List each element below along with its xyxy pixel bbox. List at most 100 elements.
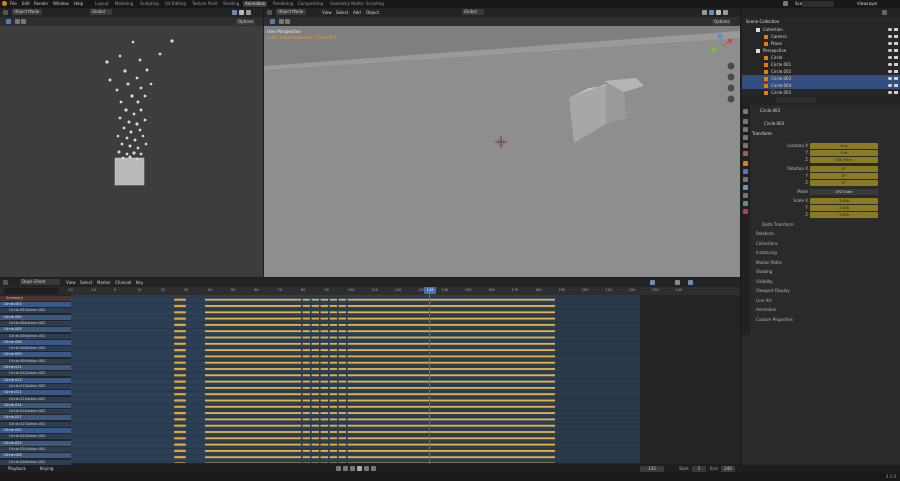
- outliner-row[interactable]: Persepctive: [742, 47, 900, 54]
- particles-tab-icon[interactable]: [743, 177, 748, 182]
- right-options-button[interactable]: Options: [712, 19, 732, 25]
- visibility-eye-icon[interactable]: [888, 91, 892, 94]
- outliner-row[interactable]: Circle.004: [742, 82, 900, 89]
- shading-material-icon[interactable]: [716, 10, 721, 15]
- data-tab-icon[interactable]: [743, 201, 748, 206]
- action-channel[interactable]: Circle.011Action.002: [0, 396, 71, 402]
- action-channel[interactable]: Circle.005Action.002: [0, 333, 71, 339]
- render-camera-icon[interactable]: [894, 42, 898, 45]
- tab-texture-paint[interactable]: Texture Paint: [190, 1, 220, 7]
- object-name-field[interactable]: Circle.003: [760, 108, 780, 113]
- menu-edit[interactable]: Edit: [22, 1, 30, 7]
- object-channel[interactable]: Circle.026: [0, 453, 71, 459]
- editor-type-icon[interactable]: [3, 10, 8, 15]
- visibility-eye-icon[interactable]: [888, 70, 892, 73]
- render-tab-icon[interactable]: [743, 119, 748, 124]
- play-reverse-icon[interactable]: [350, 466, 355, 471]
- action-channel[interactable]: Circle.020Action.002: [0, 434, 71, 440]
- shading-solid-icon[interactable]: [709, 10, 714, 15]
- action-channel[interactable]: Circle.012Action.002: [0, 371, 71, 377]
- filter-icon[interactable]: [650, 280, 655, 285]
- ds-menu-select[interactable]: Select: [80, 280, 92, 285]
- menu-file[interactable]: File: [10, 1, 17, 7]
- material-tab-icon[interactable]: [743, 209, 748, 214]
- tab-scripting[interactable]: Scripting: [364, 1, 386, 7]
- menu-object[interactable]: Object: [366, 10, 379, 15]
- playhead-line[interactable]: [429, 294, 430, 464]
- object-tab-icon[interactable]: [743, 161, 748, 166]
- property-panel-header[interactable]: Collections: [756, 240, 900, 247]
- scale-z-field[interactable]: 1.000: [810, 212, 878, 218]
- left-orientation-select[interactable]: Global: [90, 9, 112, 15]
- render-camera-icon[interactable]: [894, 49, 898, 52]
- property-panel-header[interactable]: Relations: [756, 230, 900, 237]
- menu-help[interactable]: Help: [74, 1, 83, 7]
- world-tab-icon[interactable]: [743, 151, 748, 156]
- outliner-row[interactable]: Circle.005: [742, 89, 900, 96]
- tab-layout[interactable]: Layout: [93, 1, 111, 7]
- tab-rendering[interactable]: Rendering: [271, 1, 295, 7]
- next-key-icon[interactable]: [364, 466, 369, 471]
- select-tool-icon[interactable]: [6, 19, 11, 24]
- visibility-eye-icon[interactable]: [888, 56, 892, 59]
- outliner-row[interactable]: Collection: [742, 26, 900, 33]
- end-frame-field[interactable]: 240: [721, 466, 735, 472]
- render-camera-icon[interactable]: [894, 35, 898, 38]
- object-channel[interactable]: Circle.004: [0, 314, 71, 320]
- outliner-row[interactable]: Circle.002: [742, 68, 900, 75]
- location-y-field[interactable]: 0 m: [810, 150, 878, 156]
- object-channel[interactable]: Circle.003: [0, 302, 71, 307]
- render-camera-icon[interactable]: [894, 70, 898, 73]
- menu-select[interactable]: Select: [336, 10, 348, 15]
- jump-start-icon[interactable]: [336, 466, 341, 471]
- action-channel[interactable]: Circle.006Action.002: [0, 346, 71, 352]
- location-z-field[interactable]: 100.76 m: [810, 157, 878, 163]
- tab-geometry-nodes[interactable]: Geometry Nodes: [328, 1, 366, 7]
- object-channel[interactable]: Circle.014: [0, 402, 71, 408]
- property-panel-header[interactable]: Visibility: [756, 278, 900, 285]
- rotation-z-field[interactable]: 0°: [810, 180, 878, 186]
- object-channel[interactable]: Circle.017: [0, 415, 71, 421]
- delta-transform-panel[interactable]: Delta Transform: [762, 221, 900, 228]
- property-panel-header[interactable]: Line Art: [756, 297, 900, 304]
- left-options-button[interactable]: Options: [236, 19, 256, 25]
- ds-menu-channel[interactable]: Channel: [115, 280, 131, 285]
- menu-add[interactable]: Add: [353, 10, 361, 15]
- object-channel[interactable]: Circle.006: [0, 339, 71, 345]
- filter-icon[interactable]: [882, 10, 887, 15]
- properties-search[interactable]: [776, 97, 816, 103]
- output-tab-icon[interactable]: [743, 127, 748, 132]
- editor-type-icon[interactable]: [267, 10, 272, 15]
- action-channel[interactable]: Circle.026Action.002: [0, 459, 71, 465]
- rotation-y-field[interactable]: 0°: [810, 173, 878, 179]
- keying-menu[interactable]: Keying: [40, 466, 53, 471]
- render-camera-icon[interactable]: [894, 28, 898, 31]
- tab-modeling[interactable]: Modeling: [113, 1, 135, 7]
- editor-type-icon[interactable]: [3, 280, 8, 285]
- action-channel[interactable]: Circle.013Action.002: [0, 383, 71, 389]
- render-camera-icon[interactable]: [894, 91, 898, 94]
- object-channel[interactable]: Circle.011: [0, 390, 71, 396]
- scene-search[interactable]: [802, 1, 834, 7]
- scale-y-field[interactable]: 1.000: [810, 205, 878, 211]
- proportional-icon[interactable]: [688, 280, 693, 285]
- object-channel[interactable]: Circle.020: [0, 428, 71, 433]
- property-panel-header[interactable]: Animation: [756, 306, 900, 313]
- shading-material-icon[interactable]: [239, 10, 244, 15]
- tab-sculpting[interactable]: Sculpting: [138, 1, 161, 7]
- summary-channel[interactable]: Summary: [0, 296, 71, 301]
- select-box-icon[interactable]: [279, 19, 284, 24]
- object-channel[interactable]: Circle.013: [0, 377, 71, 383]
- scene-tab-icon[interactable]: [743, 143, 748, 148]
- menu-view[interactable]: View: [322, 10, 332, 15]
- transform-panel-header[interactable]: Transform: [752, 130, 898, 137]
- action-channel[interactable]: Circle.017Action.002: [0, 421, 71, 427]
- tab-shading[interactable]: Shading: [221, 1, 241, 7]
- jump-end-icon[interactable]: [371, 466, 376, 471]
- outliner-row[interactable]: Circle.003: [742, 75, 900, 82]
- shading-rendered-icon[interactable]: [723, 10, 728, 15]
- visibility-eye-icon[interactable]: [888, 77, 892, 80]
- viewlayer-selector[interactable]: ViewLayer: [857, 1, 878, 6]
- data-name-field[interactable]: Circle.003: [764, 121, 784, 126]
- start-frame-field[interactable]: 1: [692, 466, 706, 472]
